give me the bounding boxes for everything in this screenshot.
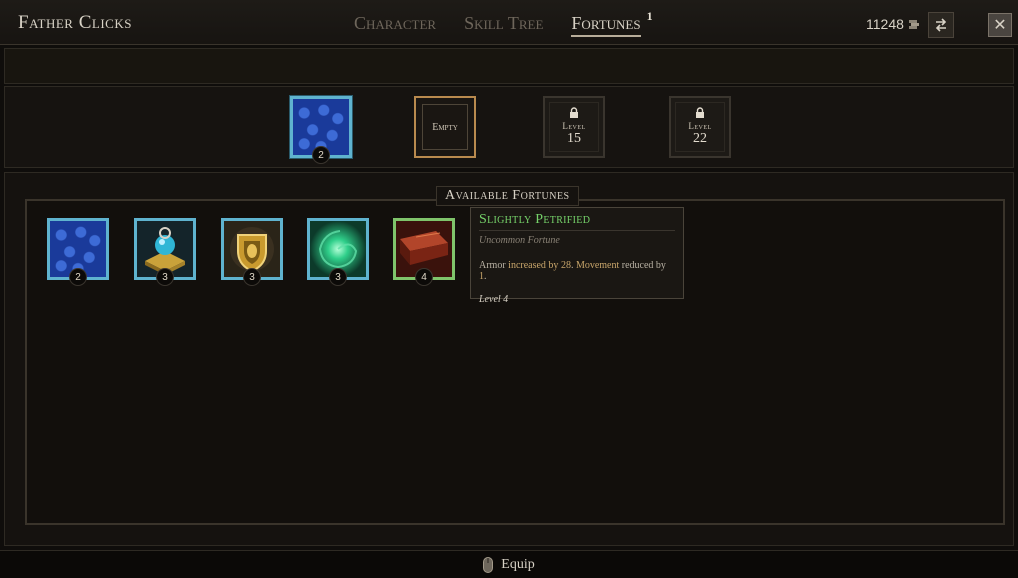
lock-icon <box>570 107 578 118</box>
tooltip-rarity: Uncommon Fortune <box>479 235 560 246</box>
available-fortunes-header: Available Fortunes <box>436 186 579 206</box>
swap-button[interactable] <box>928 12 954 38</box>
tab-fortunes-label: Fortunes <box>571 13 641 33</box>
tooltip-level: Level 4 <box>479 294 509 305</box>
stack-count-badge: 2 <box>69 268 87 286</box>
punctuation: . <box>570 260 574 271</box>
currency-amount: 11248 <box>866 16 904 32</box>
tab-badge: 1 <box>646 9 653 23</box>
stack-count-badge: 4 <box>415 268 433 286</box>
equip-action-label[interactable]: Equip <box>501 557 534 573</box>
close-button[interactable]: ✕ <box>988 13 1012 37</box>
stat-name: Movement <box>575 260 620 271</box>
tooltip-description: Armor increased by 28. Movement reduced … <box>479 260 675 282</box>
swap-arrows-icon <box>935 18 947 32</box>
tooltip-fortune-name: Slightly Petrified <box>479 212 675 231</box>
equipped-slot-4-locked: Level 22 <box>669 96 731 158</box>
currency-display: 11248 <box>866 16 921 32</box>
level-requirement: 22 <box>693 131 707 146</box>
fortune-item-1[interactable]: 2 <box>47 218 109 286</box>
equipped-slot-3-locked: Level 15 <box>543 96 605 158</box>
stack-count-badge: 3 <box>329 268 347 286</box>
fortune-item-5[interactable]: 4 <box>393 218 455 286</box>
equipped-slot-1[interactable]: 2 <box>290 96 352 164</box>
top-bar: Father Clicks Character Skill Tree Fortu… <box>0 0 1018 45</box>
info-strip <box>4 48 1014 84</box>
level-requirement: 15 <box>567 131 581 146</box>
stat-change: increased by <box>508 260 559 271</box>
punctuation: . <box>484 271 487 282</box>
action-footer: Equip <box>0 550 1018 578</box>
fortune-item-2[interactable]: 3 <box>134 218 196 286</box>
tab-bar: Character Skill Tree Fortunes 1 <box>354 9 653 37</box>
stack-count-badge: 3 <box>156 268 174 286</box>
level-label: Level <box>688 121 712 131</box>
stat-value: 28 <box>560 260 571 271</box>
fortune-tooltip: Slightly Petrified Uncommon Fortune Armo… <box>470 207 684 305</box>
fortune-item-3[interactable]: 3 <box>221 218 283 286</box>
tab-character[interactable]: Character <box>354 13 436 37</box>
equipped-fortunes-panel <box>4 86 1014 168</box>
tab-fortunes[interactable]: Fortunes 1 <box>571 9 653 37</box>
close-icon: ✕ <box>993 17 1007 34</box>
level-label: Level <box>562 121 586 131</box>
stack-count-badge: 3 <box>243 268 261 286</box>
fortune-item-4[interactable]: 3 <box>307 218 369 286</box>
equipped-slot-2[interactable]: Empty <box>414 96 476 158</box>
stat-name: Armor <box>479 260 506 271</box>
stat-change: reduced by <box>621 260 666 271</box>
empty-slot-label: Empty <box>422 104 468 150</box>
window-title: Father Clicks <box>18 12 132 33</box>
coin-stack-icon <box>908 19 919 29</box>
mouse-icon <box>483 556 494 573</box>
stack-count-badge: 2 <box>312 146 330 164</box>
tab-skill-tree[interactable]: Skill Tree <box>464 13 543 37</box>
lock-icon <box>696 107 704 118</box>
